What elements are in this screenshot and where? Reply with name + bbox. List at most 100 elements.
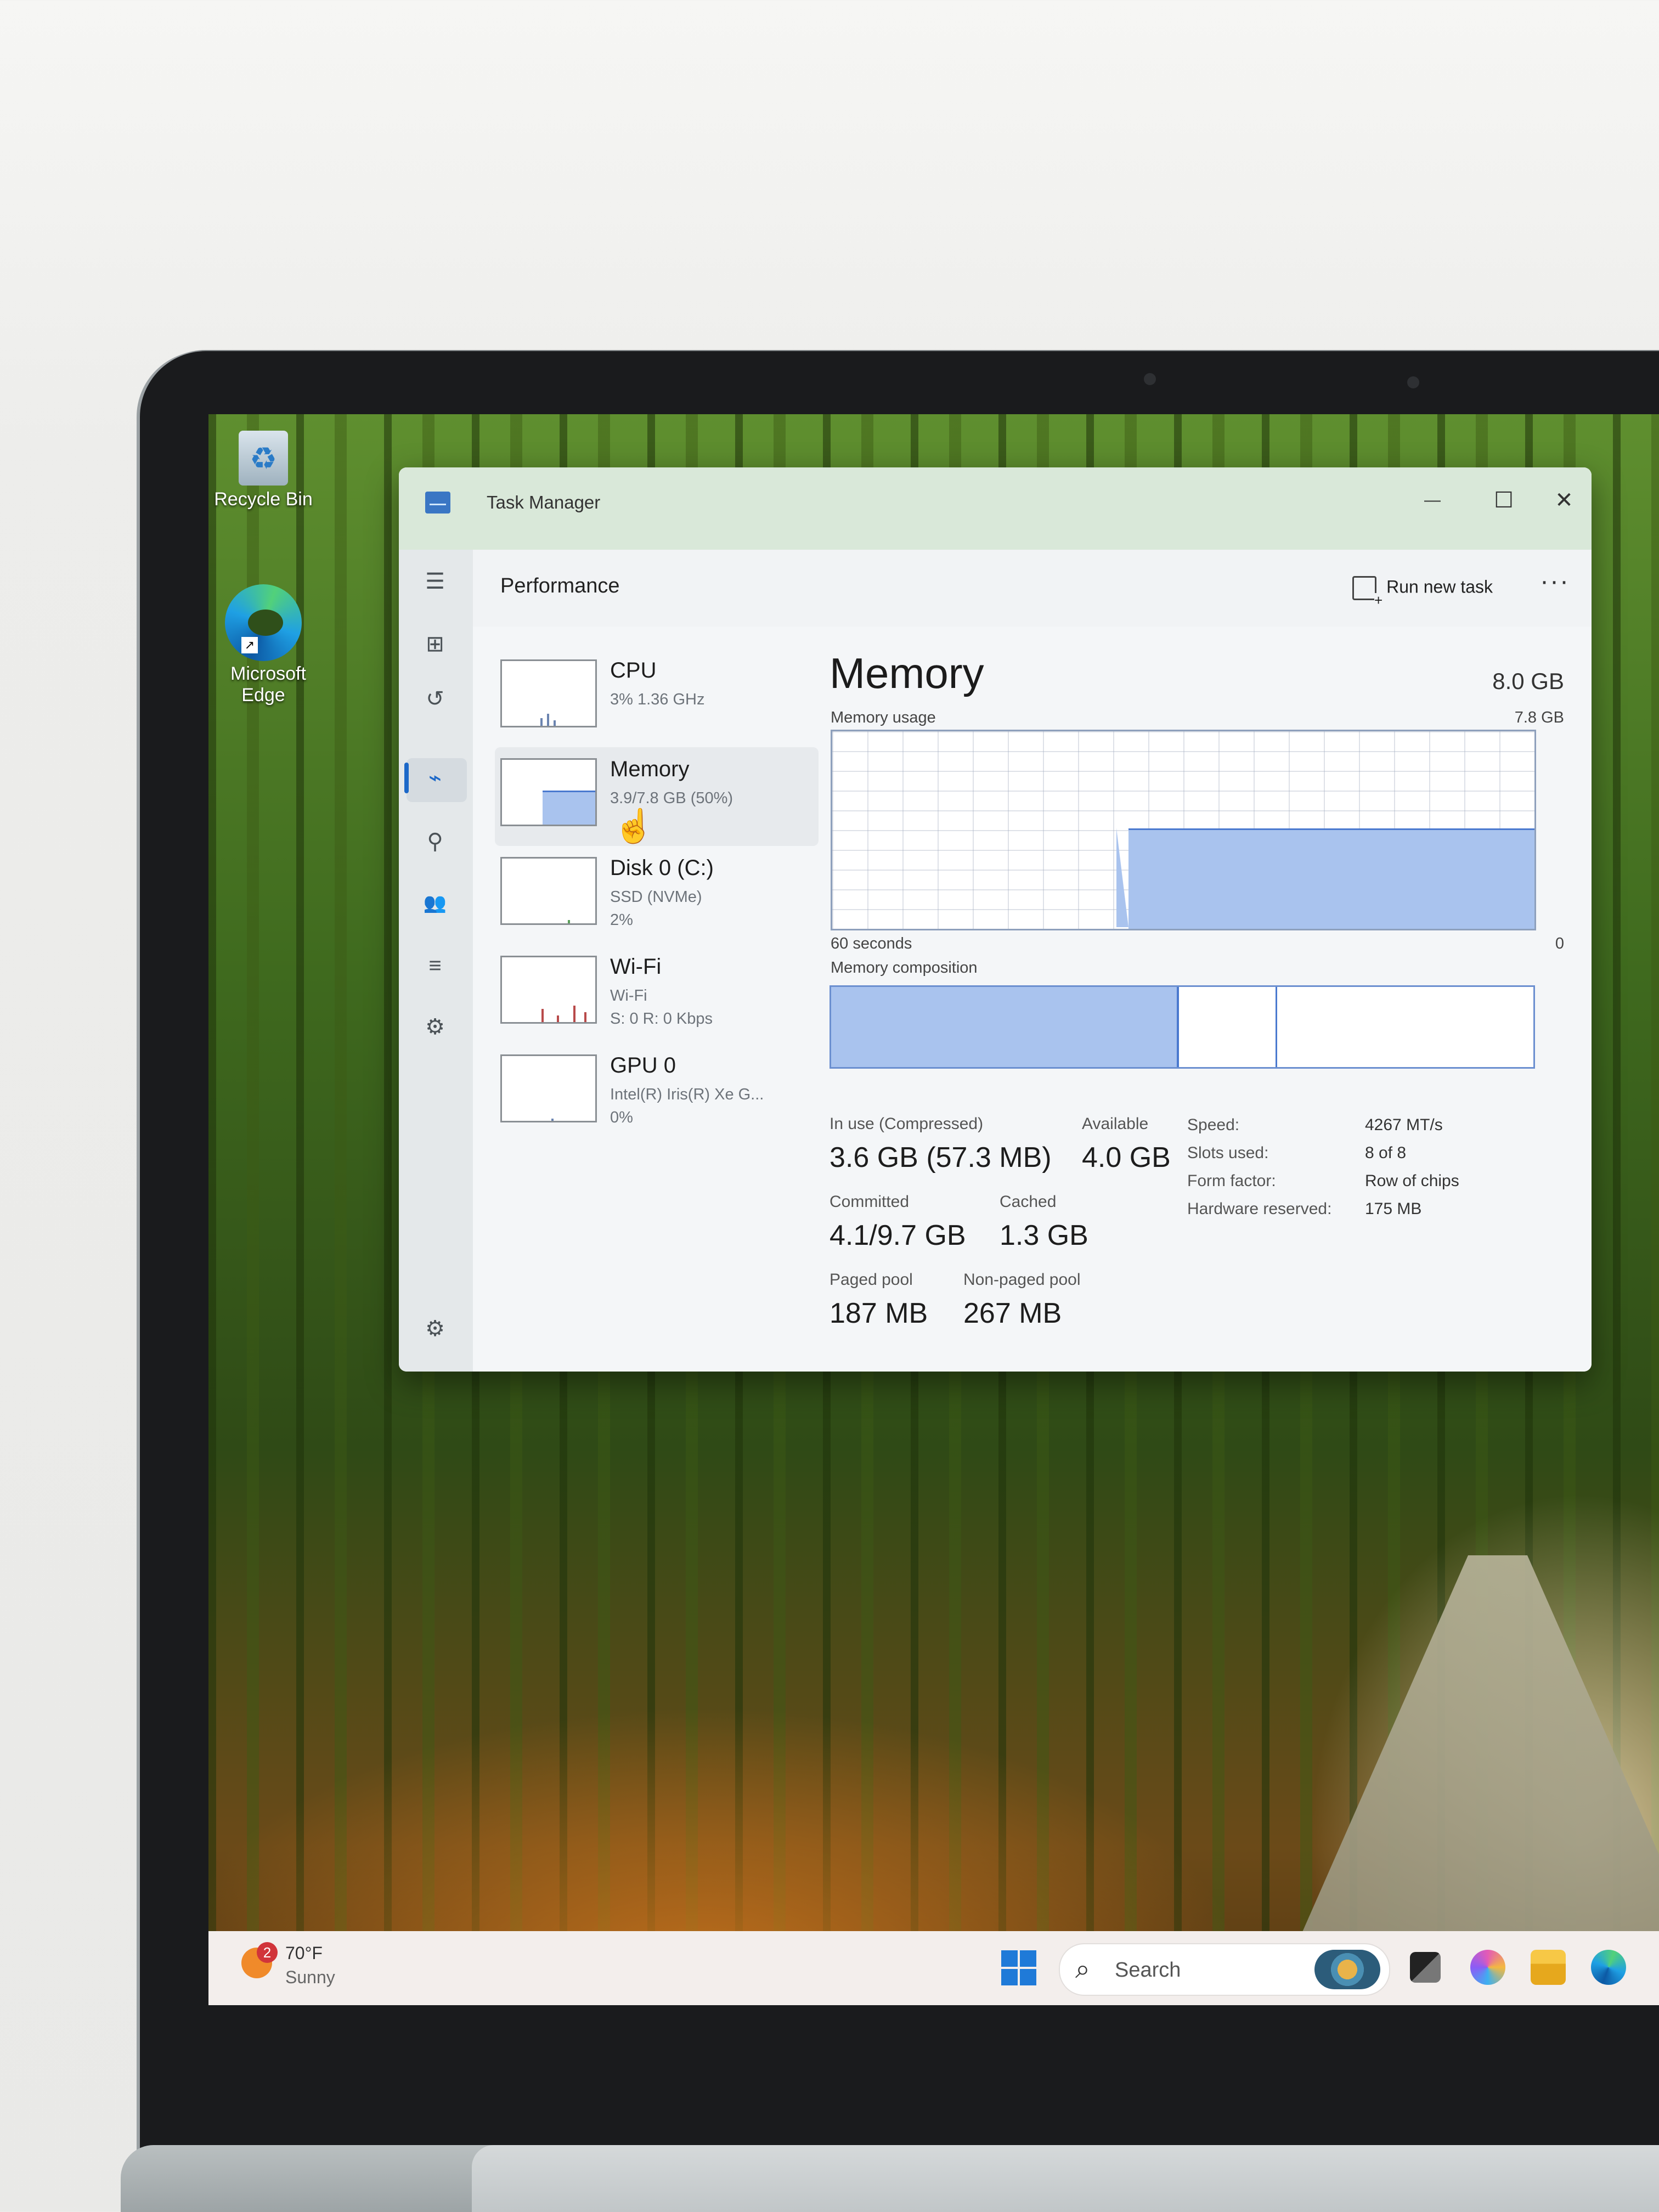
desktop-icon-label: Microsoft Edge <box>230 663 306 706</box>
graph-time-span: 60 seconds <box>831 935 912 952</box>
in-use-label: In use (Compressed) <box>830 1115 984 1133</box>
memory-detail-panel: Memory 8.0 GB Memory usage 7.8 GB 60 sec… <box>830 648 1570 1350</box>
hardware-reserved-key: Hardware reserved: <box>1187 1200 1332 1218</box>
file-explorer-icon[interactable] <box>1531 1950 1566 1985</box>
composition-standby[interactable] <box>1179 987 1277 1067</box>
paged-pool-value: 187 MB <box>830 1297 928 1329</box>
composition-modified[interactable] <box>1160 987 1179 1067</box>
title-bar[interactable]: Task Manager — ☐ ✕ <box>399 467 1592 550</box>
wifi-mini-graph <box>500 956 597 1024</box>
form-factor-key: Form factor: <box>1187 1172 1276 1190</box>
paged-pool-label: Paged pool <box>830 1271 913 1289</box>
resource-subtitle: 3% 1.36 GHz <box>610 691 705 708</box>
memory-mini-graph <box>500 758 597 826</box>
taskbar-search[interactable]: ⌕ Search <box>1059 1943 1390 1996</box>
available-label: Available <box>1082 1115 1149 1133</box>
search-highlight-icon[interactable] <box>1314 1950 1380 1989</box>
minimize-button[interactable]: — <box>1410 484 1454 517</box>
memory-usage-max: 7.8 GB <box>1514 709 1564 726</box>
shortcut-arrow-icon: ↗ <box>241 637 258 653</box>
memory-usage-fill <box>1116 828 1534 929</box>
resource-item-disk[interactable]: Disk 0 (C:) SSD (NVMe) 2% <box>495 846 819 945</box>
cpu-mini-graph <box>500 659 597 727</box>
resource-item-memory[interactable]: Memory 3.9/7.8 GB (50%) <box>495 747 819 846</box>
edge-taskbar-icon[interactable] <box>1591 1950 1626 1985</box>
search-placeholder: Search <box>1115 1959 1181 1982</box>
resource-item-cpu[interactable]: CPU 3% 1.36 GHz <box>495 648 819 747</box>
slots-used-key: Slots used: <box>1187 1144 1269 1162</box>
resource-item-wifi[interactable]: Wi-Fi Wi-Fi S: 0 R: 0 Kbps <box>495 945 819 1043</box>
cached-label: Cached <box>1000 1193 1057 1211</box>
memory-usage-graph <box>831 730 1536 930</box>
committed-value: 4.1/9.7 GB <box>830 1220 966 1251</box>
in-use-value: 3.6 GB (57.3 MB) <box>830 1142 1052 1173</box>
resource-list: CPU 3% 1.36 GHz Memory 3.9/7.8 GB (50%) … <box>495 648 819 1142</box>
services-icon[interactable]: ⚙ <box>417 1009 453 1045</box>
resource-item-gpu[interactable]: GPU 0 Intel(R) Iris(R) Xe G... 0% <box>495 1043 819 1142</box>
hardware-reserved-value: 175 MB <box>1365 1200 1422 1218</box>
run-task-icon <box>1352 576 1383 607</box>
startup-apps-icon[interactable]: ⚲ <box>417 824 453 859</box>
users-icon[interactable]: 👥 <box>417 885 453 921</box>
graph-time-end: 0 <box>1555 935 1564 952</box>
memory-usage-label: Memory usage <box>831 709 936 726</box>
recycle-bin-icon <box>239 431 288 486</box>
close-button[interactable]: ✕ <box>1542 484 1586 517</box>
available-value: 4.0 GB <box>1082 1142 1171 1173</box>
camera-lens <box>1407 376 1419 388</box>
maximize-button[interactable]: ☐ <box>1482 484 1526 517</box>
desktop-icon-recycle-bin[interactable]: Recycle Bin <box>208 431 318 510</box>
run-new-task-button[interactable]: Run new task <box>1352 576 1493 607</box>
resource-subtitle: Intel(R) Iris(R) Xe G... 0% <box>610 1086 764 1126</box>
windows-logo-icon <box>1001 1950 1018 1967</box>
desktop-icon-edge[interactable]: ↗ Microsoft Edge <box>208 584 318 706</box>
memory-total: 8.0 GB <box>1492 668 1564 694</box>
run-new-task-label: Run new task <box>1386 577 1493 597</box>
page-header: Performance Run new task ··· <box>473 550 1592 628</box>
detail-title: Memory <box>830 649 984 697</box>
form-factor-value: Row of chips <box>1365 1172 1459 1190</box>
resource-name: Memory <box>610 757 690 781</box>
copilot-icon[interactable] <box>1470 1950 1505 1985</box>
non-paged-pool-value: 267 MB <box>963 1297 1062 1329</box>
nav-rail: ☰ ⊞ ⌁ ↺ ⚲ 👥 ≡ ⚙ ⚙ <box>399 550 473 1372</box>
resource-name: Wi-Fi <box>610 955 662 979</box>
speed-key: Speed: <box>1187 1116 1240 1134</box>
resource-subtitle: Wi-Fi S: 0 R: 0 Kbps <box>610 987 713 1028</box>
committed-label: Committed <box>830 1193 910 1211</box>
nav-active-indicator <box>404 763 409 793</box>
search-icon: ⌕ <box>1075 1955 1090 1984</box>
slots-used-value: 8 of 8 <box>1365 1144 1407 1162</box>
task-view-icon[interactable] <box>1410 1952 1441 1983</box>
start-button[interactable] <box>1001 1950 1036 1985</box>
settings-icon[interactable]: ⚙ <box>417 1311 453 1346</box>
memory-composition-label: Memory composition <box>831 959 978 977</box>
non-paged-pool-label: Non-paged pool <box>963 1271 1081 1289</box>
hamburger-menu-icon[interactable]: ☰ <box>417 564 453 599</box>
hand-cursor-icon: ☝ <box>613 808 654 844</box>
task-manager-window: Task Manager — ☐ ✕ ☰ ⊞ ⌁ ↺ ⚲ 👥 ≡ ⚙ ⚙ Per… <box>399 467 1592 1372</box>
performance-body: CPU 3% 1.36 GHz Memory 3.9/7.8 GB (50%) … <box>473 627 1592 1372</box>
app-history-icon[interactable]: ↺ <box>417 681 453 716</box>
resource-name: GPU 0 <box>610 1053 676 1077</box>
processes-icon[interactable]: ⊞ <box>417 627 453 662</box>
camera-dot <box>1144 373 1156 385</box>
page-title: Performance <box>500 574 620 597</box>
speed-value: 4267 MT/s <box>1365 1116 1443 1134</box>
taskbar: 2 70°F Sunny ⌕ Search <box>208 1931 1659 2005</box>
weather-temperature[interactable]: 70°F <box>285 1943 323 1963</box>
memory-composition-bar[interactable] <box>830 985 1535 1069</box>
laptop-hinge <box>472 2145 1659 2212</box>
resource-name: CPU <box>610 658 657 682</box>
disk-mini-graph <box>500 857 597 925</box>
desktop-icon-label: Recycle Bin <box>214 489 313 510</box>
weather-condition[interactable]: Sunny <box>285 1967 335 1988</box>
details-icon[interactable]: ≡ <box>417 948 453 983</box>
edge-icon: ↗ <box>225 584 302 661</box>
cached-value: 1.3 GB <box>1000 1220 1088 1251</box>
weather-badge: 2 <box>257 1942 278 1963</box>
performance-icon[interactable]: ⌁ <box>417 760 453 795</box>
composition-in-use[interactable] <box>831 987 1162 1067</box>
more-options-button[interactable]: ··· <box>1540 566 1570 596</box>
task-manager-app-icon <box>425 492 450 514</box>
